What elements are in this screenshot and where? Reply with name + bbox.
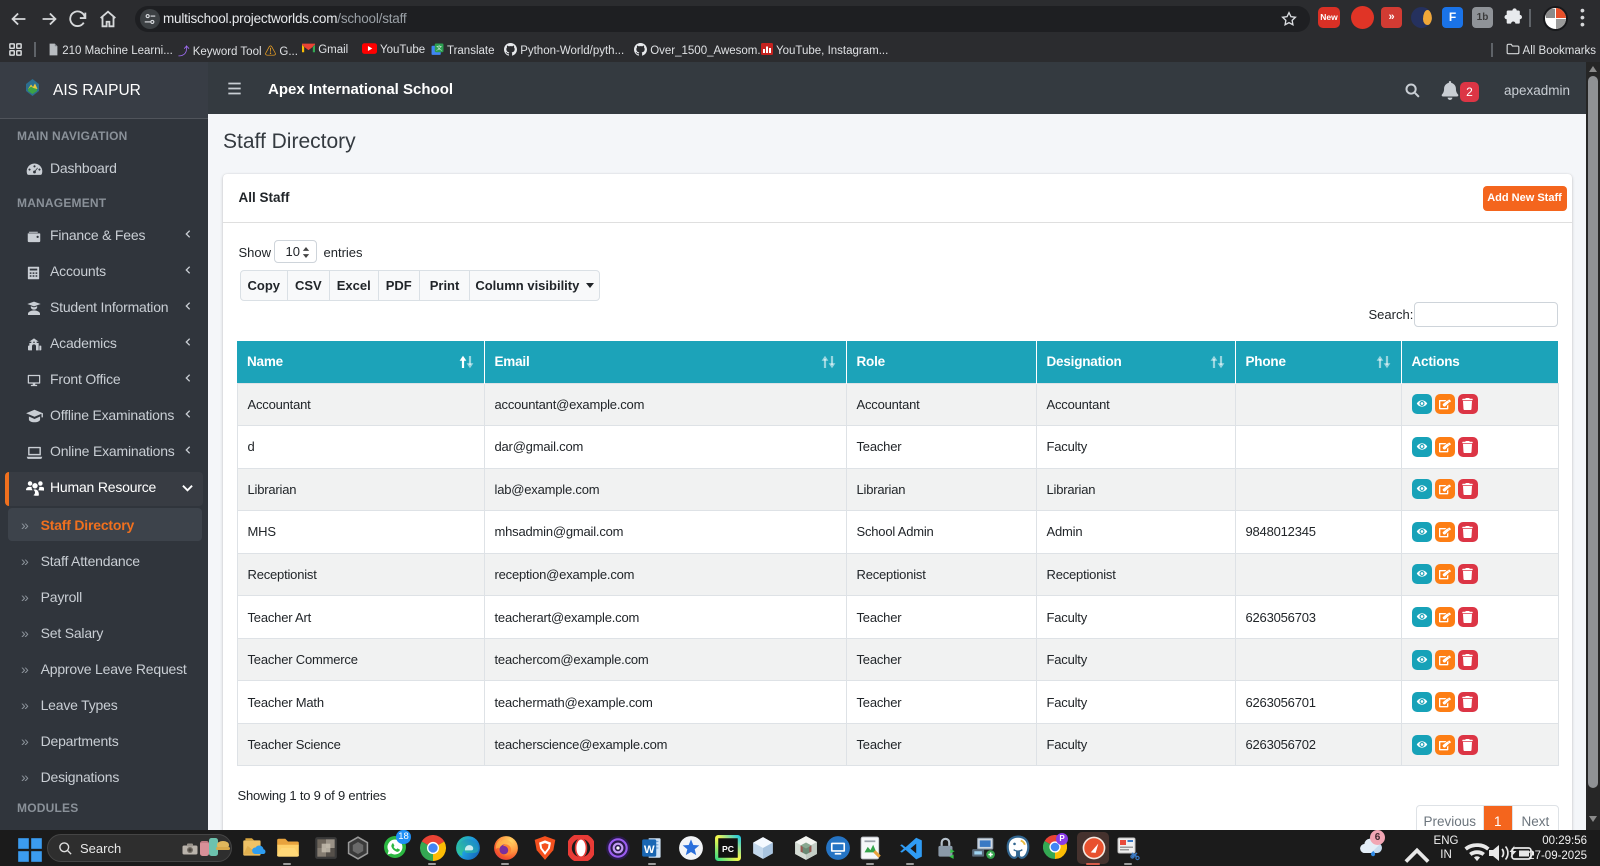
svg-text:W: W [644,844,655,856]
svg-text:PC: PC [722,844,735,854]
